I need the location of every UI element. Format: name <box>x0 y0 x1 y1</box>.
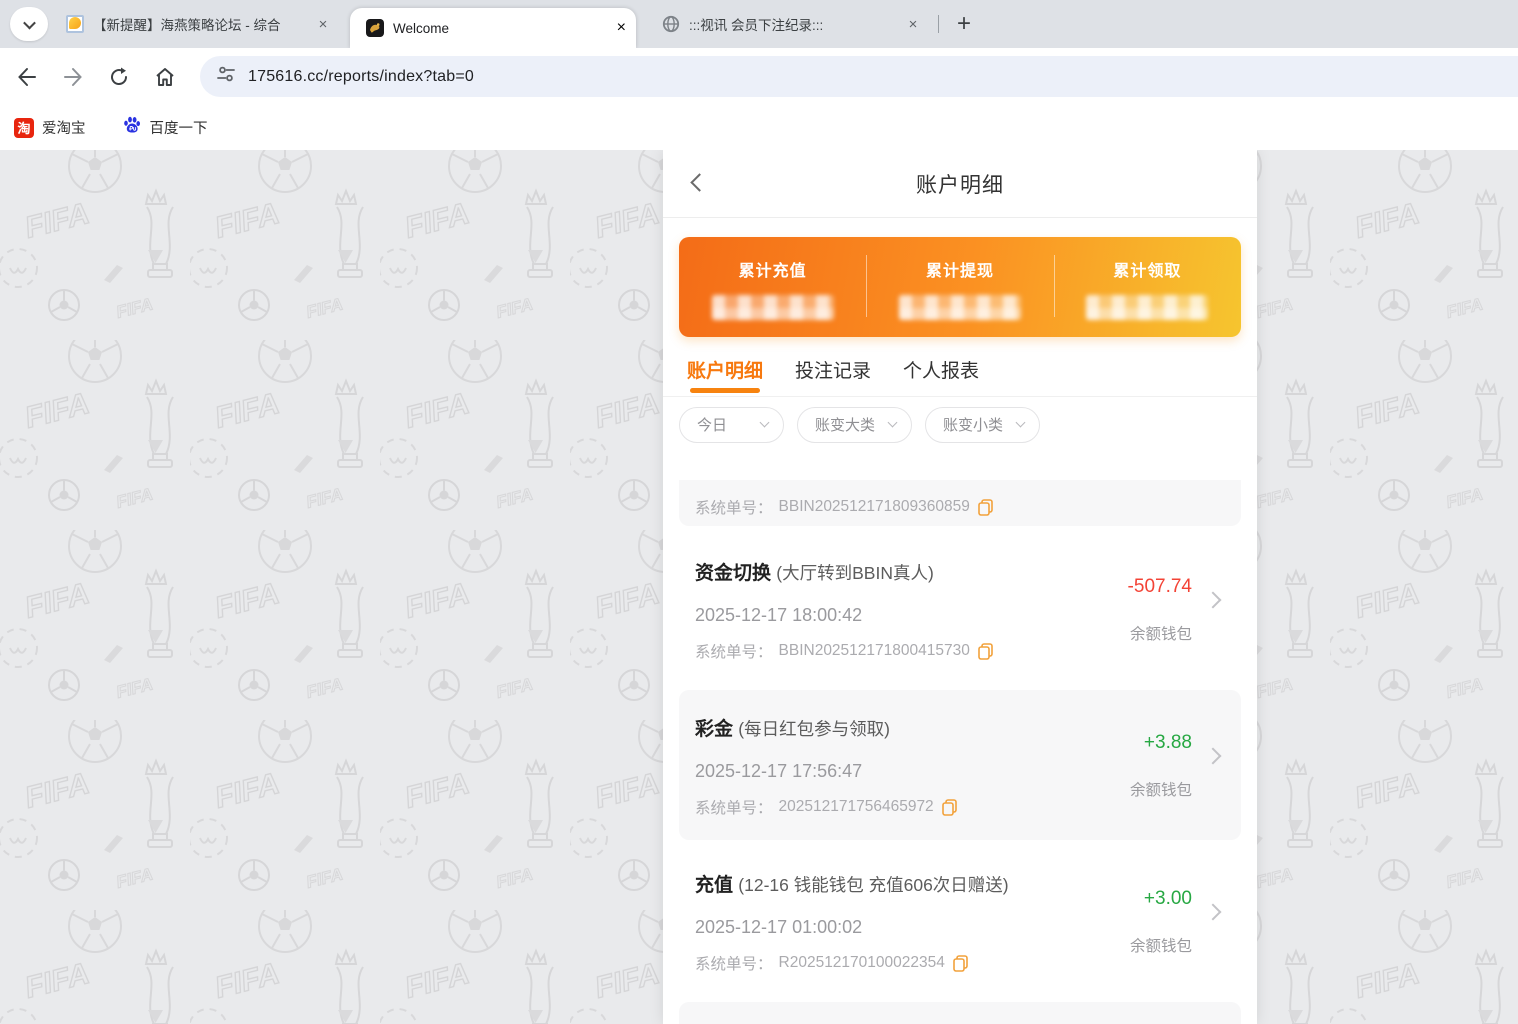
filter-label: 账变大类 <box>815 414 875 435</box>
tab-title: 【新提醒】海燕策略论坛 - 综合 <box>93 14 306 34</box>
tab-close-icon[interactable]: × <box>904 16 922 33</box>
site-info-icon[interactable] <box>216 64 236 89</box>
order-number: BBIN202512171809360859 <box>779 498 970 516</box>
tab-personal-report[interactable]: 个人报表 <box>903 343 979 396</box>
transaction-row[interactable]: 彩金 (系统添加余额，备注：海燕论坛金币兑换) +500.00 <box>679 1002 1241 1024</box>
chevron-down-icon <box>23 16 36 29</box>
welcome-favicon-icon <box>366 19 384 37</box>
order-number: 202512171756465972 <box>779 798 934 816</box>
wallet-label: 余额钱包 <box>1130 934 1192 956</box>
home-button[interactable] <box>148 60 182 94</box>
transaction-note: (12-16 钱能钱包 充值606次日赠送) <box>738 875 1008 895</box>
browser-tab-strip: 【新提醒】海燕策略论坛 - 综合 × Welcome × :::视讯 会员下注纪… <box>0 0 1518 48</box>
url-text[interactable]: 175616.cc/reports/index?tab=0 <box>248 68 474 86</box>
summary-label: 累计提现 <box>926 257 994 281</box>
order-label: 系统单号： <box>695 640 773 662</box>
chevron-down-icon <box>888 418 898 428</box>
transaction-row-partial[interactable]: 系统单号： BBIN202512171809360859 <box>679 480 1241 526</box>
browser-tab-forum[interactable]: 【新提醒】海燕策略论坛 - 综合 × <box>52 0 342 48</box>
copy-icon[interactable] <box>978 499 993 516</box>
summary-total-claim: 累计领取 <box>1054 237 1241 337</box>
browser-tab-welcome-active[interactable]: Welcome × <box>350 8 636 48</box>
copy-icon[interactable] <box>978 643 993 660</box>
report-tabs: 账户明细 投注记录 个人报表 <box>663 337 1257 397</box>
filter-label: 今日 <box>697 414 727 435</box>
summary-label: 累计充值 <box>739 257 807 281</box>
filter-date-select[interactable]: 今日 <box>679 407 784 443</box>
back-button[interactable] <box>10 60 44 94</box>
filter-label: 账变小类 <box>943 414 1003 435</box>
tab-account-detail[interactable]: 账户明细 <box>687 343 763 396</box>
filter-minor-type-select[interactable]: 账变小类 <box>925 407 1040 443</box>
wallet-label: 余额钱包 <box>1130 778 1192 800</box>
transaction-row[interactable]: 充值 (12-16 钱能钱包 充值606次日赠送) 2025-12-17 01:… <box>663 846 1257 996</box>
bookmark-label: 爱淘宝 <box>42 117 86 138</box>
filter-bar: 今日 账变大类 账变小类 <box>663 397 1257 452</box>
tab-bet-records[interactable]: 投注记录 <box>795 343 871 396</box>
chevron-down-icon <box>1016 418 1026 428</box>
order-label: 系统单号： <box>695 796 773 818</box>
masked-value <box>1086 295 1208 320</box>
account-detail-panel: 账户明细 累计充值 累计提现 累计领取 账户明细 投注记录 个人报表 今日 <box>663 150 1257 1024</box>
bookmark-baidu[interactable]: 百度一下 <box>122 115 208 140</box>
transaction-row[interactable]: 资金切换 (大厅转到BBIN真人) 2025-12-17 18:00:42 系统… <box>663 534 1257 684</box>
copy-icon[interactable] <box>953 955 968 972</box>
tab-close-icon[interactable]: × <box>314 16 332 33</box>
transaction-note: (大厅转到BBIN真人) <box>776 563 934 583</box>
masked-value <box>899 295 1021 320</box>
transaction-amount: -507.74 <box>1128 576 1192 598</box>
address-bar[interactable]: 175616.cc/reports/index?tab=0 <box>200 56 1518 97</box>
tab-separator <box>938 15 939 33</box>
tab-search-button[interactable] <box>10 7 48 41</box>
panel-header: 账户明细 <box>663 150 1257 218</box>
order-number: BBIN202512171800415730 <box>779 642 970 660</box>
transaction-row[interactable]: 彩金 (每日红包参与领取) 2025-12-17 17:56:47 系统单号： … <box>679 690 1241 840</box>
summary-total-deposit: 累计充值 <box>679 237 866 337</box>
transaction-type: 彩金 <box>695 719 733 740</box>
page-title: 账户明细 <box>916 169 1004 199</box>
bookmark-label: 百度一下 <box>150 117 208 138</box>
bookmarks-bar: 淘 爱淘宝 百度一下 <box>0 105 1518 150</box>
transaction-amount: +3.88 <box>1144 732 1192 754</box>
masked-value <box>712 295 834 320</box>
baidu-paw-icon <box>122 115 142 140</box>
taobao-icon: 淘 <box>14 118 34 138</box>
summary-card: 累计充值 累计提现 累计领取 <box>679 237 1241 337</box>
bookmark-aitaobao[interactable]: 淘 爱淘宝 <box>14 117 86 138</box>
browser-tab-records[interactable]: :::视讯 会员下注纪录::: × <box>648 0 932 48</box>
copy-icon[interactable] <box>942 799 957 816</box>
forum-favicon-icon <box>66 15 84 33</box>
new-tab-button[interactable]: + <box>948 8 980 40</box>
transaction-list: 系统单号： BBIN202512171809360859 资金切换 (大厅转到B… <box>663 480 1257 1024</box>
transaction-type: 充值 <box>695 875 733 896</box>
page-background: FIFA FIFA <box>0 150 1518 1024</box>
reload-button[interactable] <box>102 60 136 94</box>
transaction-amount: +3.00 <box>1144 888 1192 910</box>
wallet-label: 余额钱包 <box>1130 622 1192 644</box>
browser-toolbar: 175616.cc/reports/index?tab=0 <box>0 48 1518 105</box>
transaction-type: 资金切换 <box>695 563 771 584</box>
tab-title: Welcome <box>393 21 617 36</box>
transaction-note: (每日红包参与领取) <box>738 719 890 739</box>
order-label: 系统单号： <box>695 496 773 518</box>
tab-title: :::视讯 会员下注纪录::: <box>689 14 896 34</box>
tab-close-icon[interactable]: × <box>617 19 626 37</box>
summary-total-withdraw: 累计提现 <box>866 237 1053 337</box>
globe-favicon-icon <box>662 15 680 33</box>
order-label: 系统单号： <box>695 952 773 974</box>
order-number: R202512170100022354 <box>779 954 945 972</box>
forward-button[interactable] <box>56 60 90 94</box>
back-chevron-icon[interactable] <box>690 173 708 191</box>
summary-label: 累计领取 <box>1113 257 1181 281</box>
filter-major-type-select[interactable]: 账变大类 <box>797 407 912 443</box>
chevron-down-icon <box>760 418 770 428</box>
